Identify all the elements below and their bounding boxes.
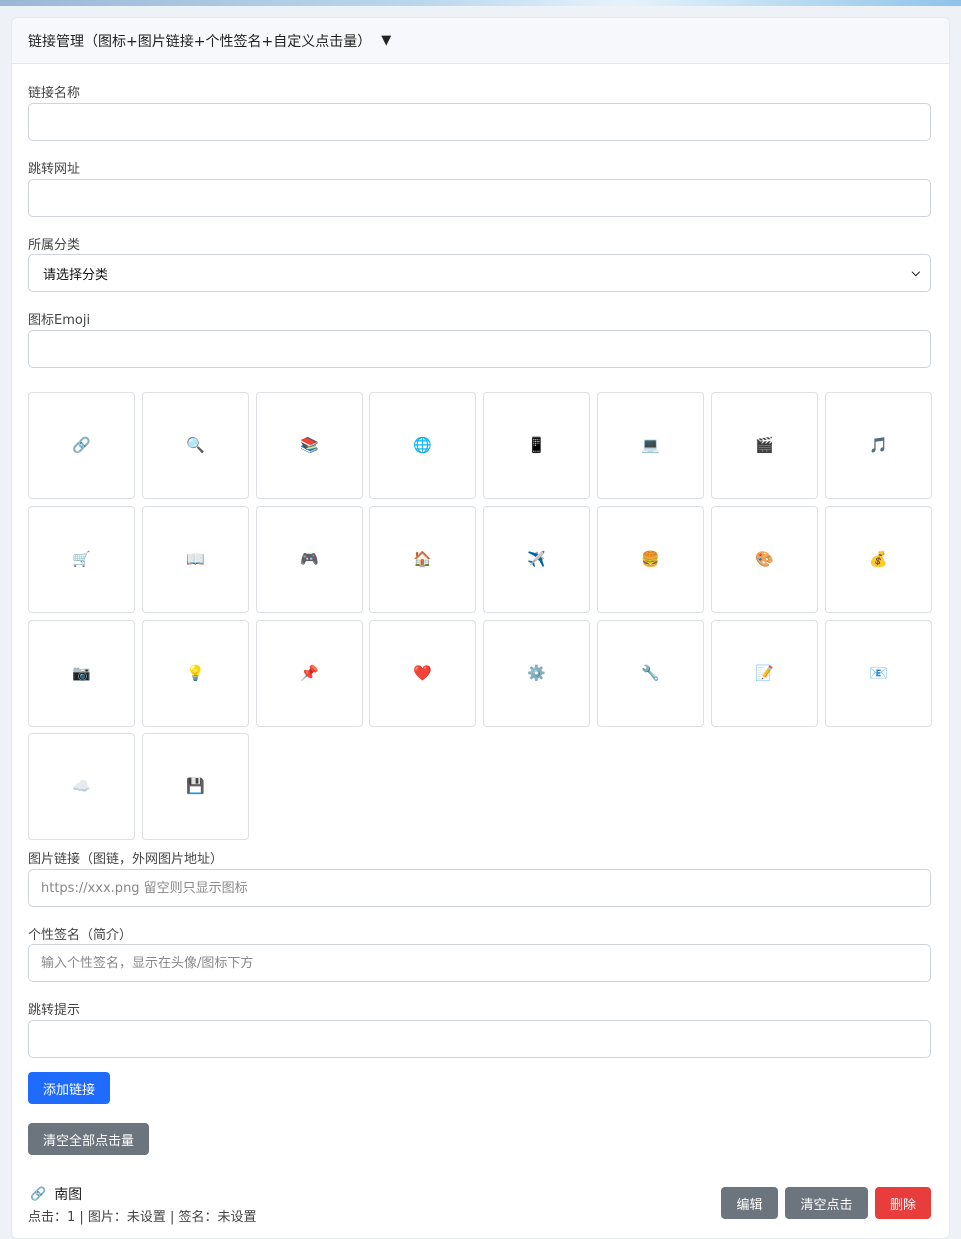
emoji-option[interactable]: 🎮 — [256, 506, 363, 613]
emoji-input[interactable] — [28, 330, 931, 368]
emoji-option[interactable]: ❤️ — [369, 620, 476, 727]
emoji-option[interactable]: 💾 — [142, 733, 249, 840]
emoji-label: 图标Emoji — [28, 313, 91, 328]
panel-header[interactable]: 链接管理（图标+图片链接+个性签名+自定义点击量） ▼ — [12, 18, 949, 64]
category-selected-value: 请选择分类 — [43, 267, 109, 283]
emoji-option[interactable]: 🔧 — [597, 620, 704, 727]
emoji-option[interactable]: 🔗 — [28, 392, 135, 499]
image-label: 图片链接（图链，外网图片地址） — [28, 852, 224, 867]
emoji-option[interactable]: 🌐 — [369, 392, 476, 499]
emoji-option[interactable]: 🎨 — [711, 506, 818, 613]
emoji-option[interactable]: 📧 — [825, 620, 932, 727]
emoji-option[interactable]: 🔍 — [142, 392, 249, 499]
emoji-option[interactable]: ☁️ — [28, 733, 135, 840]
emoji-option[interactable]: ✈️ — [483, 506, 590, 613]
link-item-meta: 点击：1 | 图片：未设置 | 签名：未设置 — [28, 1210, 257, 1225]
emoji-option[interactable]: 🍔 — [597, 506, 704, 613]
emoji-option[interactable]: ⚙️ — [483, 620, 590, 727]
emoji-option[interactable]: 📌 — [256, 620, 363, 727]
clear-link-clicks-button[interactable]: 清空点击 — [785, 1187, 868, 1219]
category-select[interactable]: 请选择分类 ⌵ — [28, 254, 931, 292]
emoji-option[interactable]: 🎵 — [825, 392, 932, 499]
emoji-option[interactable]: 💻 — [597, 392, 704, 499]
image-url-input[interactable] — [28, 869, 931, 907]
jump-tip-input[interactable] — [28, 1020, 931, 1058]
emoji-option[interactable]: 📱 — [483, 392, 590, 499]
link-management-panel: 链接管理（图标+图片链接+个性签名+自定义点击量） ▼ 链接名称 跳转网址 所属… — [11, 17, 950, 1239]
name-input[interactable] — [28, 103, 931, 141]
name-label: 链接名称 — [28, 86, 81, 101]
emoji-option[interactable]: 🏠 — [369, 506, 476, 613]
emoji-option[interactable]: 📚 — [256, 392, 363, 499]
edit-link-button[interactable]: 编辑 — [721, 1187, 778, 1219]
link-icon: 🔗 — [30, 1186, 47, 1202]
emoji-option[interactable]: 📷 — [28, 620, 135, 727]
jump-tip-label: 跳转提示 — [28, 1003, 81, 1018]
top-gradient-bar — [0, 0, 961, 6]
emoji-option[interactable]: 📝 — [711, 620, 818, 727]
chevron-down-icon: ⌵ — [911, 266, 920, 279]
add-link-button[interactable]: 添加链接 — [28, 1072, 110, 1104]
emoji-option[interactable]: 💰 — [825, 506, 932, 613]
delete-link-button[interactable]: 删除 — [875, 1187, 931, 1219]
collapse-toggle-icon[interactable]: ▼ — [381, 33, 391, 48]
link-item-name: 南图 — [54, 1187, 83, 1203]
panel-title: 链接管理（图标+图片链接+个性签名+自定义点击量） — [28, 33, 372, 50]
emoji-option[interactable]: 💡 — [142, 620, 249, 727]
clear-all-clicks-button[interactable]: 清空全部点击量 — [28, 1123, 149, 1155]
signature-label: 个性签名（简介） — [28, 928, 133, 943]
emoji-option[interactable]: 🎬 — [711, 392, 818, 499]
url-label: 跳转网址 — [28, 162, 81, 177]
url-input[interactable] — [28, 179, 931, 217]
emoji-option[interactable]: 🛒 — [28, 506, 135, 613]
link-item-title: 🔗 南图 — [30, 1184, 82, 1204]
signature-input[interactable] — [28, 944, 931, 982]
emoji-option[interactable]: 📖 — [142, 506, 249, 613]
category-label: 所属分类 — [28, 238, 81, 253]
